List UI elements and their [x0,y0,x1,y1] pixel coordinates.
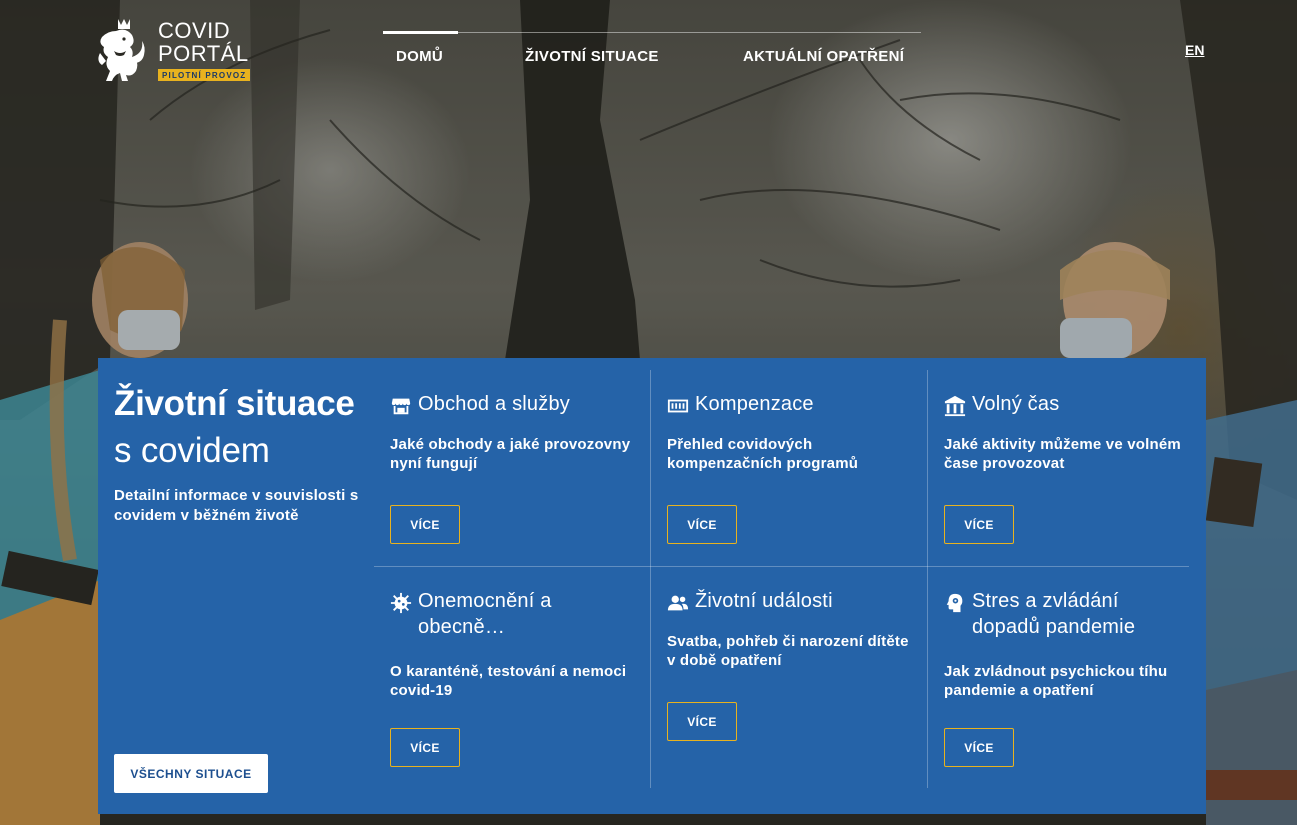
czech-lion-emblem-icon [98,19,145,81]
tile-title: Obchod a služby [418,393,570,415]
tile-title: Životní události [695,590,833,612]
more-button-illness-general[interactable]: VÍCE [390,728,460,767]
tile-title: Onemocnění a obecně… [418,590,552,638]
more-button-life-events[interactable]: VÍCE [667,702,737,741]
people-icon [667,595,689,611]
nav-item-home[interactable]: DOMŮ [396,48,443,65]
tile-life-events: Životní události Svatba, pohřeb či naroz… [667,588,917,778]
panel-description: Detailní informace v souvislosti s covid… [114,487,359,524]
tile-title: Kompenzace [695,393,814,415]
covid-portal-logo[interactable]: COVID PORTÁL PILOTNÍ PROVOZ [96,17,251,83]
tile-description: Jak zvládnout psychickou tíhu pandemie a… [944,663,1168,699]
tile-illness-general: Onemocnění a obecně… O karanténě, testov… [390,588,640,778]
column-divider [927,370,928,788]
tile-title: Stres a zvládání dopadů pandemie [972,590,1136,638]
tile-stress-pandemic: Stres a zvládání dopadů pandemie Jak zvl… [944,588,1194,778]
nav-active-indicator [383,31,458,34]
tile-description: O karanténě, testování a nemoci covid-19 [390,663,627,699]
tile-title: Volný čas [972,393,1060,415]
tile-shops-services: Obchod a služby Jaké obchody a jaké prov… [390,391,640,551]
logo-title-line1: COVID [158,18,231,43]
row-divider [374,566,1189,567]
main-navigation: DOMŮ ŽIVOTNÍ SITUACE AKTUÁLNÍ OPATŘENÍ [383,31,921,65]
museum-icon [944,395,966,417]
tile-compensation: Kompenzace Přehled covidových kompenzačn… [667,391,917,551]
pilot-badge: PILOTNÍ PROVOZ [158,69,251,81]
tile-leisure: Volný čas Jaké aktivity můžeme ve volném… [944,391,1194,551]
virus-icon [390,592,412,614]
tile-description: Přehled covidových kompenzačních program… [667,436,859,472]
panel-subtitle: s covidem [114,431,270,470]
tile-description: Jaké aktivity můžeme ve volném čase prov… [944,436,1181,472]
life-situations-panel: Životní situace s covidem Detailní infor… [98,358,1206,814]
money-icon [667,399,689,413]
panel-title: Životní situace [114,384,355,423]
panel-intro: Životní situace s covidem Detailní infor… [114,382,364,526]
more-button-stress-pandemic[interactable]: VÍCE [944,728,1014,767]
more-button-shops-services[interactable]: VÍCE [390,505,460,544]
more-button-compensation[interactable]: VÍCE [667,505,737,544]
logo-title-line2: PORTÁL [158,41,249,66]
nav-item-current-measures[interactable]: AKTUÁLNÍ OPATŘENÍ [743,48,904,65]
store-icon [391,398,411,415]
language-switch-link[interactable]: EN [1185,42,1204,58]
tile-description: Svatba, pohřeb či narození dítěte v době… [667,633,909,669]
all-situations-button[interactable]: VŠECHNY SITUACE [114,754,268,793]
nav-item-life-situations[interactable]: ŽIVOTNÍ SITUACE [525,48,659,65]
tile-description: Jaké obchody a jaké provozovny nyní fung… [390,436,631,472]
more-button-leisure[interactable]: VÍCE [944,505,1014,544]
column-divider [650,370,651,788]
mind-icon [946,593,963,613]
